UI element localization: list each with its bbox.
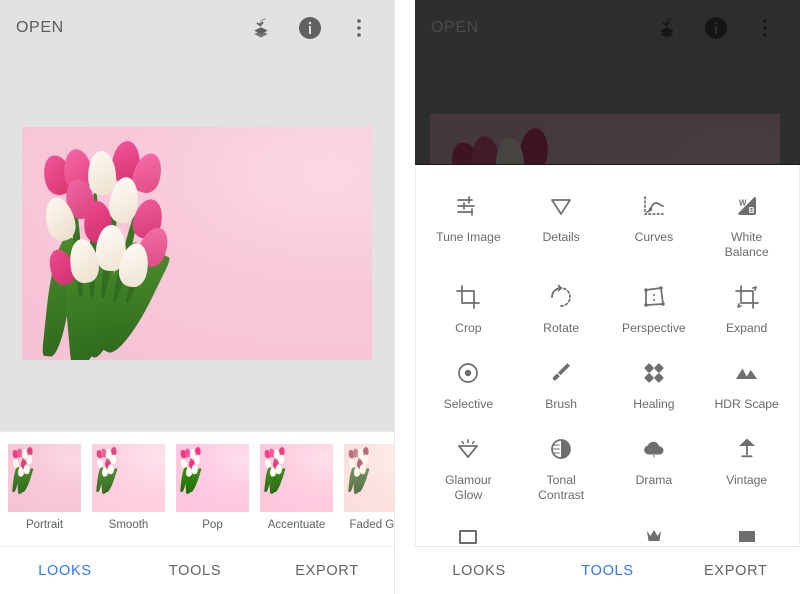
tool-brush[interactable]: Brush — [515, 350, 608, 422]
tool-label: Curves — [634, 230, 674, 244]
expand-icon — [732, 282, 762, 312]
tools-grid: Tune Image Details Curves W B White Bala… — [416, 165, 799, 550]
look-item[interactable]: Faded Glow — [344, 444, 394, 531]
tool-label: Details — [542, 230, 580, 244]
stack-revert-icon[interactable] — [248, 15, 274, 41]
tool-label: Healing — [633, 397, 675, 411]
edited-photo-dimmed — [430, 114, 780, 164]
tool-healing[interactable]: Healing — [608, 350, 701, 422]
bottom-tab-bar[interactable]: LOOKS TOOLS EXPORT — [0, 546, 394, 594]
look-item[interactable]: Portrait — [8, 444, 81, 531]
tool-label: White Balance — [724, 230, 769, 259]
looks-filmstrip[interactable]: Portrait Smooth Pop Accentuate Faded G — [0, 431, 394, 541]
tool-label: Tonal Contrast — [538, 473, 585, 502]
brush-icon — [546, 358, 576, 388]
white-balance-icon: W B — [732, 191, 762, 221]
tool-label: Perspective — [622, 321, 686, 335]
tool-white-balance[interactable]: W B White Balance — [700, 183, 793, 270]
tool-selective[interactable]: Selective — [422, 350, 515, 422]
look-item[interactable]: Pop — [176, 444, 249, 531]
look-thumbnail[interactable] — [8, 444, 81, 512]
mountains-icon — [732, 358, 762, 388]
image-stage-dimmed[interactable] — [415, 56, 800, 165]
overflow-menu-icon[interactable] — [752, 15, 778, 41]
svg-text:B: B — [748, 206, 754, 215]
tool-crop[interactable]: Crop — [422, 274, 515, 346]
tool-label: Tune Image — [436, 230, 501, 244]
tool-hdr-scape[interactable]: HDR Scape — [700, 350, 793, 422]
image-stage[interactable] — [0, 56, 394, 431]
selective-icon — [453, 358, 483, 388]
tool-label: Vintage — [726, 473, 768, 487]
tab-tools[interactable]: TOOLS — [543, 563, 671, 579]
tool-label: Drama — [635, 473, 673, 487]
look-label: Pop — [202, 519, 223, 531]
tab-export[interactable]: EXPORT — [260, 563, 394, 579]
tool-label: Glamour Glow — [445, 473, 492, 502]
rotate-icon — [546, 282, 576, 312]
panel-tools-view: OPEN Tune Image Details Curves W B White… — [415, 0, 800, 594]
look-thumbnail[interactable] — [344, 444, 394, 512]
look-thumbnail[interactable] — [176, 444, 249, 512]
tools-sheet[interactable]: Tune Image Details Curves W B White Bala… — [415, 165, 800, 550]
tool-rotate[interactable]: Rotate — [515, 274, 608, 346]
open-label[interactable]: OPEN — [431, 19, 479, 37]
app-bar-actions — [248, 15, 378, 41]
look-item[interactable]: Accentuate — [260, 444, 333, 531]
tab-looks[interactable]: LOOKS — [0, 563, 130, 579]
tool-curves[interactable]: Curves — [608, 183, 701, 270]
app-bar-light: OPEN — [0, 0, 394, 56]
triangle-down-icon — [546, 191, 576, 221]
tab-tools[interactable]: TOOLS — [130, 563, 260, 579]
app-bar-actions — [654, 15, 784, 41]
tool-vintage[interactable]: Vintage — [700, 426, 793, 513]
screenshot-root: OPEN Portrait Smooth Pop Accentuate Fade… — [0, 0, 800, 594]
tool-tune-image[interactable]: Tune Image — [422, 183, 515, 270]
tool-drama[interactable]: Drama — [608, 426, 701, 513]
tool-label: Expand — [725, 321, 768, 335]
info-icon[interactable] — [703, 15, 729, 41]
perspective-icon — [639, 282, 669, 312]
tool-label: Brush — [545, 397, 578, 411]
app-bar-dark: OPEN — [415, 0, 800, 56]
tulip-bouquet — [22, 127, 372, 360]
bottom-tab-bar[interactable]: LOOKS TOOLS EXPORT — [415, 546, 800, 594]
overflow-menu-icon[interactable] — [346, 15, 372, 41]
tool-expand[interactable]: Expand — [700, 274, 793, 346]
info-icon[interactable] — [297, 15, 323, 41]
look-thumbnail[interactable] — [260, 444, 333, 512]
tab-looks[interactable]: LOOKS — [415, 563, 543, 579]
tool-glamour-glow[interactable]: Glamour Glow — [422, 426, 515, 513]
healing-icon — [639, 358, 669, 388]
cloud-icon — [639, 434, 669, 464]
look-item[interactable]: Smooth — [92, 444, 165, 531]
look-label: Smooth — [108, 519, 149, 531]
crop-icon — [453, 282, 483, 312]
tab-export[interactable]: EXPORT — [672, 563, 800, 579]
open-label[interactable]: OPEN — [16, 19, 64, 37]
curves-icon — [639, 191, 669, 221]
stack-revert-icon[interactable] — [654, 15, 680, 41]
look-label: Portrait — [25, 519, 64, 531]
tool-details[interactable]: Details — [515, 183, 608, 270]
tool-label: HDR Scape — [714, 397, 779, 411]
tool-label: Rotate — [543, 321, 580, 335]
contrast-icon — [546, 434, 576, 464]
tool-label: Selective — [443, 397, 494, 411]
panel-looks-view: OPEN Portrait Smooth Pop Accentuate Fade… — [0, 0, 395, 594]
look-thumbnail[interactable] — [92, 444, 165, 512]
look-label: Accentuate — [267, 519, 326, 531]
lamp-icon — [732, 434, 762, 464]
tool-tonal-contrast[interactable]: Tonal Contrast — [515, 426, 608, 513]
sliders-icon — [453, 191, 483, 221]
look-label: Faded Glow — [349, 519, 394, 531]
edited-photo[interactable] — [22, 127, 372, 360]
looks-list[interactable]: Portrait Smooth Pop Accentuate Faded G — [0, 432, 394, 531]
tool-perspective[interactable]: Perspective — [608, 274, 701, 346]
tool-label: Crop — [455, 321, 482, 335]
svg-text:W: W — [738, 198, 746, 207]
gem-icon — [453, 434, 483, 464]
